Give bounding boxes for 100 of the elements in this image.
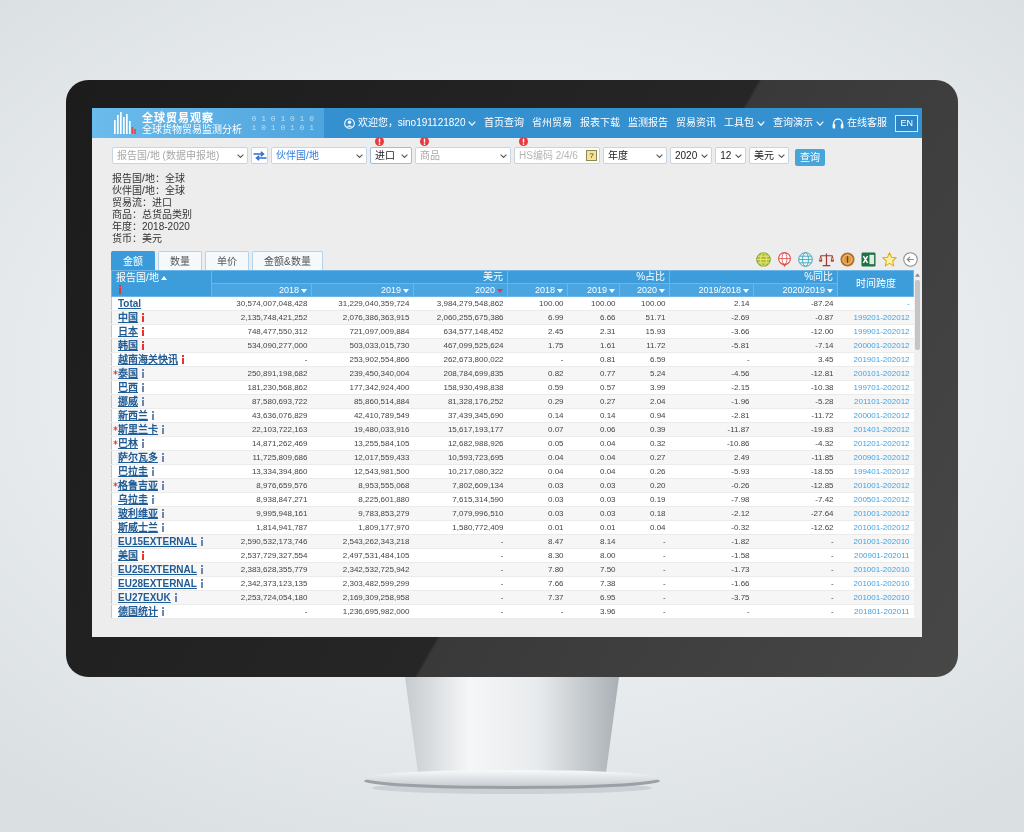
country-link[interactable]: 德国统计 [118, 605, 158, 618]
time-span-link[interactable]: 199901-202012 [853, 326, 910, 336]
user-menu[interactable]: 欢迎您，sino191121820 [343, 117, 477, 129]
info-icon[interactable] [141, 341, 145, 351]
tab[interactable]: 单价 [205, 251, 249, 270]
country-link[interactable]: 韩国 [118, 339, 138, 352]
info-icon[interactable] [141, 383, 145, 393]
country-link[interactable]: EU28EXTERNAL [118, 577, 197, 590]
swap-button[interactable] [251, 147, 268, 164]
info-icon[interactable] [151, 467, 155, 477]
country-link[interactable]: 玻利维亚 [118, 507, 158, 520]
info-icon[interactable] [151, 411, 155, 421]
info-icon[interactable] [151, 495, 155, 505]
globe-icon[interactable] [798, 252, 813, 267]
time-span-link[interactable]: 201401-202012 [853, 424, 910, 434]
info-icon[interactable] [141, 369, 145, 379]
select-field[interactable]: 美元 [749, 147, 790, 164]
time-span-link[interactable]: 201001-202012 [853, 508, 910, 518]
info-icon[interactable] [161, 607, 165, 617]
country-link[interactable]: EU27EXUK [118, 591, 171, 604]
nav-link[interactable]: 监测报告 [628, 117, 669, 129]
nav-link[interactable]: 查询演示 [773, 117, 825, 129]
country-link[interactable]: 斯威士兰 [118, 521, 158, 534]
select-field[interactable]: 伙伴国/地 [271, 147, 367, 164]
query-button[interactable]: 查询 [795, 148, 826, 166]
back-icon[interactable] [903, 252, 918, 267]
select-field[interactable]: 进口 [370, 147, 412, 164]
select-field[interactable]: 商品 [415, 147, 511, 164]
country-link[interactable]: 乌拉圭 [118, 493, 148, 506]
globe-pin-icon[interactable] [777, 252, 792, 267]
info-icon[interactable] [181, 355, 185, 365]
time-span-link[interactable]: 201201-202012 [853, 438, 910, 448]
time-span-link[interactable]: 199201-202012 [853, 312, 910, 322]
info-icon[interactable] [141, 439, 145, 449]
info-icon[interactable] [161, 523, 165, 533]
coin-icon[interactable] [840, 252, 855, 267]
country-link[interactable]: 越南海关快讯 [118, 353, 178, 366]
tab[interactable]: 金额 [111, 251, 155, 270]
country-link[interactable]: 萨尔瓦多 [118, 451, 158, 464]
info-icon[interactable] [141, 313, 145, 323]
time-span-link[interactable]: 201001-202012 [853, 522, 910, 532]
info-icon[interactable] [141, 397, 145, 407]
scroll-up-icon[interactable] [914, 273, 920, 277]
country-link[interactable]: 巴林 [118, 437, 138, 450]
country-link[interactable]: 格鲁吉亚 [118, 479, 158, 492]
nav-link[interactable]: 报表下载 [580, 117, 621, 129]
scales-icon[interactable] [819, 252, 834, 267]
info-icon[interactable] [161, 453, 165, 463]
nav-link[interactable]: 工具包 [724, 117, 766, 129]
select-field[interactable]: 年度 [603, 147, 667, 164]
nav-link[interactable]: 贸易资讯 [676, 117, 717, 129]
time-span-link[interactable]: 201001-202010 [853, 564, 910, 574]
country-link[interactable]: 巴拉圭 [118, 465, 148, 478]
country-link[interactable]: EU15EXTERNAL [118, 535, 197, 548]
nav-link[interactable]: 省州贸易 [532, 117, 573, 129]
time-span-link[interactable]: 201001-202010 [853, 578, 910, 588]
time-span-link[interactable]: 199701-202012 [853, 382, 910, 392]
time-span-link[interactable]: 201001-202010 [853, 592, 910, 602]
info-icon[interactable] [199, 565, 204, 575]
country-link[interactable]: 斯里兰卡 [118, 423, 158, 436]
info-icon[interactable] [141, 327, 145, 337]
scrollbar-thumb[interactable] [914, 280, 920, 350]
tab[interactable]: 数量 [158, 251, 202, 270]
info-icon[interactable] [161, 481, 165, 491]
country-link[interactable]: 日本 [118, 325, 138, 338]
language-button[interactable]: EN [895, 114, 918, 132]
time-span-link[interactable]: 201801-202011 [854, 606, 910, 616]
nav-link[interactable]: 首页查询 [484, 117, 525, 129]
time-span-link[interactable]: 200001-202012 [853, 340, 910, 350]
globe-icon[interactable] [756, 252, 771, 267]
help-button[interactable]: ? [586, 150, 597, 161]
country-link[interactable]: 中国 [118, 311, 138, 324]
select-field[interactable]: 2020 [670, 147, 713, 164]
select-field[interactable]: 报告国/地 (数据申报地) [112, 147, 248, 164]
star-icon[interactable] [882, 252, 897, 267]
time-span-link[interactable]: - [906, 298, 910, 308]
time-span-link[interactable]: 200001-202012 [853, 410, 910, 420]
time-span-link[interactable]: 201001-202012 [853, 480, 910, 490]
spreadsheet-icon[interactable] [861, 252, 876, 267]
time-span-link[interactable]: 200901-202011 [854, 550, 910, 560]
info-icon[interactable] [161, 509, 165, 519]
time-span-link[interactable]: 201101-202012 [854, 396, 910, 406]
time-span-link[interactable]: 200901-202012 [853, 452, 910, 462]
info-icon[interactable] [199, 579, 204, 589]
country-link[interactable]: EU25EXTERNAL [118, 563, 197, 576]
info-icon[interactable] [141, 551, 145, 561]
support-link[interactable]: 在线客服 [832, 117, 888, 129]
time-span-link[interactable]: 199401-202012 [853, 466, 910, 476]
time-span-link[interactable]: 200501-202012 [853, 494, 910, 504]
info-icon[interactable] [161, 425, 165, 435]
time-span-link[interactable]: 201001-202010 [853, 536, 910, 546]
column-header[interactable]: 时间跨度 [837, 270, 914, 297]
info-icon[interactable] [199, 537, 204, 547]
time-span-link[interactable]: 200101-202012 [853, 368, 910, 378]
column-header[interactable]: 报告国/地 [111, 270, 212, 297]
country-link[interactable]: 泰国 [118, 367, 138, 380]
select-field[interactable]: 12 [715, 147, 747, 164]
country-link[interactable]: Total [118, 297, 142, 310]
info-icon[interactable] [173, 593, 178, 603]
time-span-link[interactable]: 201901-202012 [853, 354, 910, 364]
